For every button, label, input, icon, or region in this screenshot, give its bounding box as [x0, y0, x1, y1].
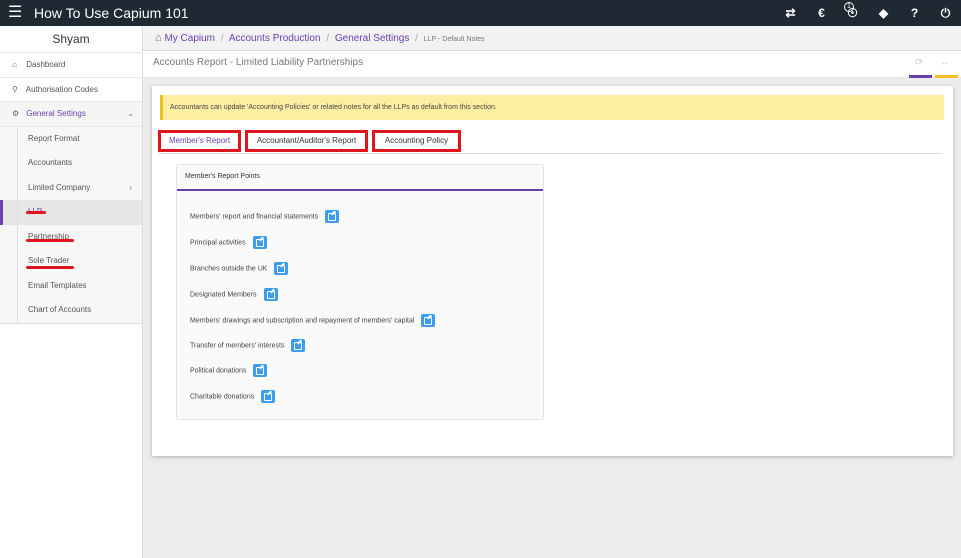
ticket-icon[interactable]: ◆: [868, 6, 899, 20]
hamburger-icon[interactable]: ☰: [8, 5, 22, 21]
chevron-down-icon: ⌄: [127, 109, 134, 118]
report-point-label: Transfer of members' interests: [190, 342, 285, 350]
page-title: Accounts Report - Limited Liability Part…: [153, 57, 364, 68]
sidebar-subitem-label: Chart of Accounts: [28, 305, 92, 314]
report-point-label: Members' report and financial statements: [190, 213, 319, 221]
sidebar-subitem-label: Limited Company: [28, 182, 91, 192]
sidebar-user-name[interactable]: Shyam: [0, 26, 142, 53]
sidebar-subitem-partnership[interactable]: Partnership: [0, 224, 142, 249]
sidebar-item-general-settings[interactable]: ⚙ General Settings ⌄: [0, 102, 142, 127]
top-icon-bar: ⇄ € 1 ☉ ◆ ? ⏻: [775, 0, 961, 26]
help-icon[interactable]: ?: [899, 6, 930, 20]
breadcrumb-separator: /: [326, 33, 330, 44]
report-point: Political donations: [190, 364, 268, 378]
report-point: Members' report and financial statements: [190, 210, 340, 224]
annotation-underline-partnership: [26, 239, 74, 242]
currency-icon[interactable]: €: [806, 6, 837, 20]
sidebar-item-authorisation-codes[interactable]: ⚲ Authorisation Codes: [0, 78, 142, 102]
report-point: Designated Members: [190, 288, 278, 302]
top-navbar: ☰ How To Use Capium 101 ⇄ € 1 ☉ ◆ ? ⏻: [0, 0, 961, 26]
notification-count: 1: [844, 2, 854, 12]
notifications-icon[interactable]: 1 ☉: [837, 2, 868, 20]
members-report-points-card: Member's Report Points Members' report a…: [176, 164, 544, 420]
annotation-underline-llp: [26, 211, 46, 214]
report-point-label: Designated Members: [190, 291, 257, 299]
card-title: Member's Report Points: [177, 165, 543, 191]
expand-icon[interactable]: ↔: [940, 57, 950, 68]
breadcrumb: ⌂ My Capium / Accounts Production / Gene…: [143, 26, 961, 51]
report-tabs: Member's Report Accountant/Auditor's Rep…: [158, 129, 942, 154]
accent-bar-purple: [909, 75, 932, 78]
key-icon: ⚲: [12, 84, 18, 94]
report-point-label: Political donations: [190, 367, 247, 375]
report-point-label: Branches outside the UK: [190, 265, 268, 273]
sidebar-subitem-email-templates[interactable]: Email Templates: [0, 273, 142, 298]
sidebar-subitem-limited-company[interactable]: Limited Company ›: [0, 175, 142, 200]
breadcrumb-link-accounts-production[interactable]: Accounts Production: [229, 33, 321, 44]
transfer-icon[interactable]: ⇄: [775, 6, 806, 20]
report-point-label: Charitable donations: [190, 393, 255, 401]
sidebar-subitem-label: Accountants: [28, 158, 73, 167]
breadcrumb-separator: /: [220, 33, 224, 44]
app-title: How To Use Capium 101: [34, 5, 189, 21]
sidebar-item-label: Authorisation Codes: [25, 84, 98, 94]
accent-bar-yellow: [935, 75, 958, 78]
sidebar-subitem-llp[interactable]: LLP: [0, 200, 142, 225]
report-point: Branches outside the UK: [190, 262, 289, 276]
sidebar-item-dashboard[interactable]: ⌂ Dashboard: [0, 53, 142, 78]
report-point-label: Members' drawings and subscription and r…: [190, 317, 415, 325]
tab-members-report[interactable]: Member's Report: [158, 130, 241, 152]
sidebar-subitem-chart-of-accounts[interactable]: Chart of Accounts: [0, 298, 142, 323]
report-point: Members' drawings and subscription and r…: [190, 314, 436, 328]
general-settings-submenu: Report Format Accountants Limited Compan…: [0, 126, 142, 324]
refresh-icon[interactable]: ⟳: [915, 57, 923, 68]
edit-icon[interactable]: [421, 314, 436, 327]
annotation-underline-sole-trader: [26, 266, 74, 269]
breadcrumb-current: LLP - Default Notes: [423, 36, 485, 43]
tab-accounting-policy[interactable]: Accounting Policy: [372, 130, 461, 152]
sidebar-subitem-accountants[interactable]: Accountants: [0, 151, 142, 176]
sidebar-subitem-label: Report Format: [28, 133, 80, 143]
report-point: Principal activities: [190, 236, 267, 250]
home-icon[interactable]: ⌂: [155, 32, 162, 44]
report-point-label: Principal activities: [190, 239, 246, 247]
power-icon[interactable]: ⏻: [930, 6, 961, 21]
report-point: Charitable donations: [190, 390, 276, 404]
sidebar-subitem-label: Sole Trader: [28, 256, 70, 265]
edit-icon[interactable]: [253, 364, 268, 377]
edit-icon[interactable]: [274, 262, 289, 275]
cogs-icon: ⚙: [12, 109, 20, 118]
breadcrumb-link-general-settings[interactable]: General Settings: [335, 33, 410, 44]
edit-icon[interactable]: [291, 339, 306, 352]
report-point: Transfer of members' interests: [190, 339, 306, 353]
home-icon: ⌂: [12, 60, 17, 69]
info-notice: Accountants can update 'Accounting Polic…: [160, 95, 944, 120]
page-header: Accounts Report - Limited Liability Part…: [143, 51, 961, 78]
sidebar-subitem-label: Email Templates: [28, 280, 87, 290]
sidebar-item-label: General Settings: [26, 109, 86, 118]
edit-icon[interactable]: [252, 236, 267, 249]
sidebar-subitem-report-format[interactable]: Report Format: [0, 126, 142, 151]
edit-icon[interactable]: [261, 390, 276, 403]
sidebar-subitem-sole-trader[interactable]: Sole Trader: [0, 249, 142, 274]
breadcrumb-link-my-capium[interactable]: My Capium: [164, 33, 215, 44]
sidebar: Shyam ⌂ Dashboard ⚲ Authorisation Codes …: [0, 26, 143, 558]
chevron-right-icon: ›: [129, 182, 132, 192]
edit-icon[interactable]: [325, 210, 340, 223]
main-panel: Accountants can update 'Accounting Polic…: [152, 86, 953, 456]
sidebar-item-label: Dashboard: [26, 60, 66, 69]
breadcrumb-separator: /: [415, 33, 418, 44]
tab-accountant-auditors-report[interactable]: Accountant/Auditor's Report: [245, 130, 368, 152]
edit-icon[interactable]: [263, 288, 278, 301]
